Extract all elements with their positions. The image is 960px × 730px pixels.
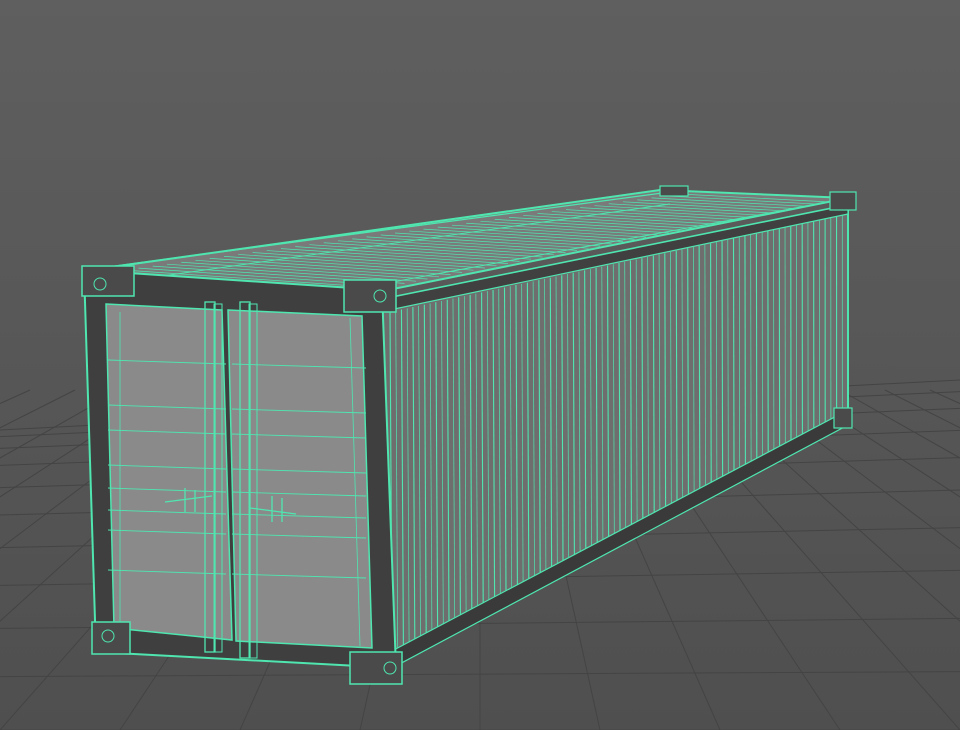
door-left[interactable]	[105, 303, 233, 641]
container-body[interactable]	[81, 185, 857, 685]
3d-viewport[interactable]	[0, 0, 960, 730]
viewport-scene[interactable]	[0, 0, 960, 730]
